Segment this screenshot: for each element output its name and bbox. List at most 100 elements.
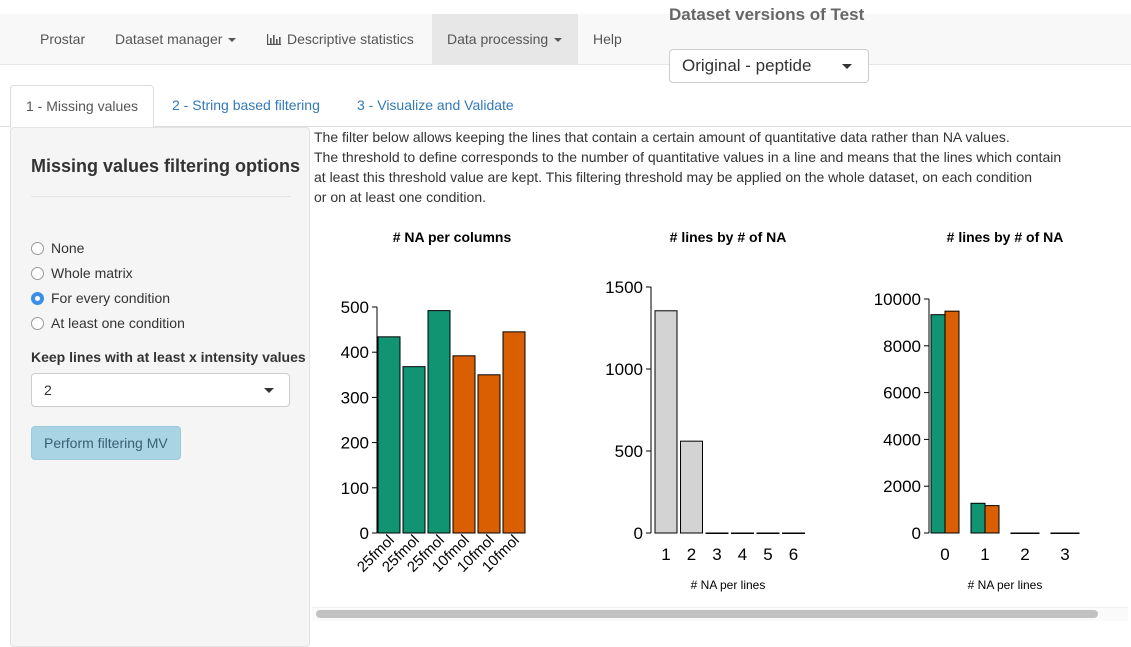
- bar: [427, 310, 451, 534]
- x-tick-label: 3: [1060, 545, 1069, 564]
- radio-for-every-condition[interactable]: For every condition: [31, 288, 170, 308]
- bar: [731, 532, 754, 534]
- description-line: The filter below allows keeping the line…: [314, 129, 1010, 145]
- bar: [756, 532, 780, 534]
- description-line: or on at least one condition.: [314, 189, 487, 205]
- radio-label: At least one condition: [51, 315, 185, 331]
- bar: [402, 366, 426, 534]
- x-tick-label: 4: [738, 545, 747, 564]
- threshold-value: 2: [44, 382, 52, 398]
- bar-chart-icon: [267, 34, 281, 45]
- chevron-down-icon: [554, 38, 563, 43]
- nav-help[interactable]: Help: [578, 14, 637, 64]
- charts-area: # NA per columns010020030040050025fmol25…: [341, 229, 1080, 592]
- bar: [1050, 532, 1066, 534]
- y-tick-label: 6000: [883, 384, 921, 403]
- perform-filtering-button[interactable]: Perform filtering MV: [31, 426, 181, 460]
- y-tick-label: 4000: [883, 430, 921, 449]
- nav-brand[interactable]: Prostar: [25, 14, 100, 64]
- nav-brand-label: Prostar: [40, 31, 86, 47]
- radio-label: None: [51, 240, 85, 256]
- radio-button-checked-icon: [31, 292, 44, 305]
- nav-descriptive-statistics[interactable]: Descriptive statistics: [252, 14, 429, 64]
- filter-description: The filter below allows keeping the line…: [314, 127, 1124, 207]
- y-tick-label: 10000: [874, 290, 921, 309]
- description-line: at least this threshold value are kept. …: [314, 169, 1033, 185]
- bar: [970, 502, 986, 534]
- bar: [680, 440, 703, 534]
- chart-title: # lines by # of NA: [947, 229, 1064, 245]
- nav-data-processing-label: Data processing: [447, 31, 549, 47]
- y-tick-label: 500: [341, 298, 369, 317]
- bar: [782, 532, 805, 534]
- x-tick-label: 1: [980, 545, 989, 564]
- dataset-versions-title: Dataset versions of Test: [669, 5, 865, 24]
- bar: [377, 336, 401, 534]
- radio-button-icon: [31, 267, 44, 280]
- radio-label: Whole matrix: [51, 265, 133, 281]
- bar: [944, 310, 960, 534]
- x-tick-label: 2: [1020, 545, 1029, 564]
- bar: [452, 355, 476, 534]
- bar: [654, 310, 678, 534]
- radio-whole-matrix[interactable]: Whole matrix: [31, 263, 133, 283]
- x-tick-label: 3: [712, 545, 721, 564]
- y-tick-label: 200: [341, 434, 369, 453]
- y-tick-label: 300: [341, 388, 369, 407]
- divider: [31, 196, 291, 197]
- x-axis-label: # NA per lines: [691, 578, 766, 592]
- dataset-version-select[interactable]: Original - peptide: [669, 49, 869, 83]
- y-tick-label: 0: [634, 524, 643, 543]
- nav-data-processing[interactable]: Data processing: [432, 14, 578, 64]
- x-tick-label: 5: [763, 545, 772, 564]
- description-line: The threshold to define corresponds to t…: [314, 149, 1062, 165]
- sidebar-panel: Missing values filtering options None Wh…: [10, 127, 310, 647]
- y-tick-label: 0: [360, 524, 369, 543]
- bar: [1024, 532, 1040, 534]
- y-tick-label: 500: [615, 442, 643, 461]
- bar: [477, 374, 501, 534]
- navbar: Prostar Dataset manager Descriptive stat…: [0, 14, 1131, 65]
- nav-dataset-manager[interactable]: Dataset manager: [100, 14, 251, 64]
- bar: [705, 532, 729, 534]
- y-tick-label: 1500: [605, 278, 643, 297]
- x-tick-label: 0: [940, 545, 949, 564]
- tab-visualize-and-validate[interactable]: 3 - Visualize and Validate: [342, 85, 529, 127]
- bar: [502, 331, 526, 534]
- dataset-version-value: Original - peptide: [682, 56, 812, 75]
- radio-label: For every condition: [51, 290, 171, 306]
- radio-button-icon: [31, 242, 44, 255]
- nav-help-label: Help: [593, 31, 622, 47]
- x-tick-label: 1: [661, 545, 670, 564]
- y-tick-label: 100: [341, 479, 369, 498]
- bar: [1010, 532, 1026, 534]
- chart-title: # NA per columns: [393, 229, 512, 245]
- radio-button-icon: [31, 317, 44, 330]
- tab-missing-values[interactable]: 1 - Missing values: [10, 85, 155, 128]
- threshold-label: Keep lines with at least x intensity val…: [31, 349, 306, 365]
- y-tick-label: 2000: [883, 477, 921, 496]
- chevron-down-icon: [228, 38, 237, 43]
- nav-descriptive-statistics-label: Descriptive statistics: [287, 31, 414, 47]
- x-tick-label: 6: [789, 545, 798, 564]
- x-axis-label: # NA per lines: [968, 578, 1043, 592]
- y-tick-label: 1000: [605, 360, 643, 379]
- chart-title: # lines by # of NA: [670, 229, 787, 245]
- tab-bar: 1 - Missing values 2 - String based filt…: [0, 85, 1131, 128]
- bar: [930, 314, 946, 534]
- threshold-select[interactable]: 2: [31, 373, 290, 407]
- y-tick-label: 8000: [883, 337, 921, 356]
- tab-string-based-filtering[interactable]: 2 - String based filtering: [157, 85, 335, 127]
- x-tick-label: 2: [687, 545, 696, 564]
- y-tick-label: 400: [341, 343, 369, 362]
- y-tick-label: 0: [912, 524, 921, 543]
- chevron-down-icon: [264, 388, 274, 393]
- radio-none[interactable]: None: [31, 238, 84, 258]
- radio-at-least-one-condition[interactable]: At least one condition: [31, 313, 185, 333]
- nav-dataset-manager-label: Dataset manager: [115, 31, 223, 47]
- chevron-down-icon: [842, 64, 852, 69]
- sidebar-title: Missing values filtering options: [31, 156, 301, 176]
- bar: [1064, 532, 1080, 534]
- scrollbar-thumb[interactable]: [316, 610, 1098, 618]
- bar: [984, 505, 1000, 534]
